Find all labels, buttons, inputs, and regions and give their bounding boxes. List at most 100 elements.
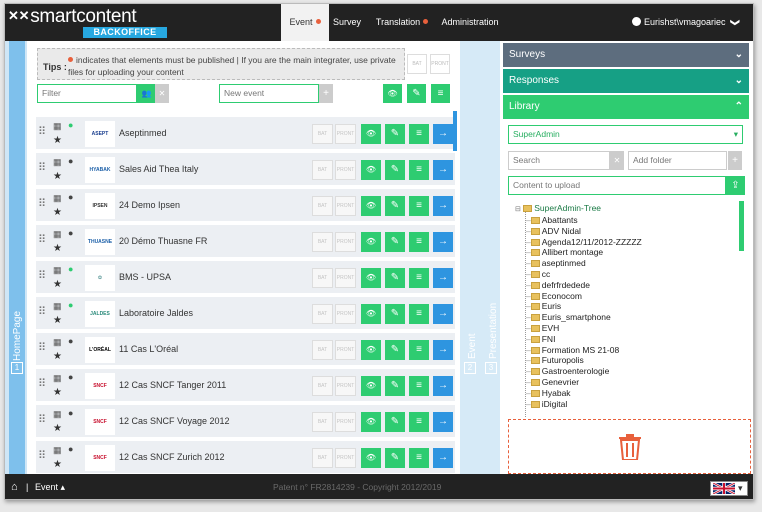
drag-handle-icon[interactable]: ⠿ [38,343,46,354]
drag-handle-icon[interactable]: ⠿ [38,451,46,462]
star-icon[interactable]: ★ [53,207,62,218]
preview-button[interactable]: 👁 [361,340,381,360]
event-strip[interactable]: Event 2 [460,41,479,474]
edit-button[interactable]: ✎ [385,232,405,252]
tab-translation[interactable]: Translation [371,4,433,41]
settings-button[interactable]: ≡ [409,412,429,432]
event-row[interactable]: ⠿ ▦ ● ★ SNCF 12 Cas SNCF Zurich 2012 BAT PRONT 👁… [36,441,455,474]
preview-button[interactable]: 👁 [361,448,381,468]
event-row[interactable]: ⠿ ▦ ● ★ SNCF 12 Cas SNCF Voyage 2012 BAT PRONT 👁… [36,405,455,439]
open-button[interactable]: → [433,376,453,396]
pront-button[interactable]: PRONT [335,268,356,288]
drag-handle-icon[interactable]: ⠿ [38,127,46,138]
preview-button[interactable]: 👁 [361,196,381,216]
star-icon[interactable]: ★ [53,351,62,362]
event-name[interactable]: BMS - UPSA [119,272,171,282]
event-name[interactable]: 12 Cas SNCF Zurich 2012 [119,452,225,462]
responses-panel-header[interactable]: Responses ⌄ [503,69,749,93]
calendar-icon[interactable]: ▦ [53,301,62,312]
event-row[interactable]: ⠿ ▦ ● ★ ✿ BMS - UPSA BAT PRONT 👁 ✎ ≡ → [36,261,455,295]
new-event-input[interactable]: New event [219,84,319,103]
star-icon[interactable]: ★ [53,387,62,398]
edit-button[interactable]: ✎ [385,268,405,288]
star-icon[interactable]: ★ [53,279,62,290]
drag-handle-icon[interactable]: ⠿ [38,235,46,246]
clear-search-button[interactable]: ✕ [610,151,624,170]
library-search-input[interactable]: Search [508,151,610,170]
drag-handle-icon[interactable]: ⠿ [38,379,46,390]
upload-file-input[interactable]: Content to upload [508,176,726,195]
calendar-icon[interactable]: ▦ [53,265,62,276]
open-button[interactable]: → [433,232,453,252]
view-all-button[interactable]: 👁 [383,84,402,103]
tree-folder[interactable]: – aseptinmed [526,258,586,269]
preview-button[interactable]: 👁 [361,268,381,288]
bat-button[interactable]: BAT [312,124,333,144]
bat-button[interactable]: BAT [312,340,333,360]
event-name[interactable]: 11 Cas L'Oréal [119,344,178,354]
pront-button[interactable]: PRONT [335,232,356,252]
event-name[interactable]: 12 Cas SNCF Voyage 2012 [119,416,230,426]
edit-button[interactable]: ✎ [385,304,405,324]
edit-button[interactable]: ✎ [385,412,405,432]
event-row[interactable]: ⠿ ▦ ● ★ IPSEN 24 Demo Ipsen BAT PRONT 👁 ✎ ≡ → [36,189,455,223]
bat-button[interactable]: BAT [312,232,333,252]
drag-handle-icon[interactable]: ⠿ [38,271,46,282]
open-button[interactable]: → [433,340,453,360]
event-row[interactable]: ⠿ ▦ ● ★ SNCF 12 Cas SNCF Tanger 2011 BAT PRONT 👁… [36,369,455,403]
tree-folder[interactable]: – ADV Nidal [526,226,581,237]
bat-button[interactable]: BAT [312,448,333,468]
tree-folder[interactable]: – Hyabak [526,388,571,399]
upload-button[interactable]: ⇪ [726,176,745,195]
calendar-icon[interactable]: ▦ [53,337,62,348]
open-button[interactable]: → [433,196,453,216]
star-icon[interactable]: ★ [53,423,62,434]
calendar-icon[interactable]: ▦ [53,193,62,204]
bat-button[interactable]: BAT [312,196,333,216]
tab-survey[interactable]: Survey [329,4,365,41]
tree-folder[interactable]: – iDigital [526,399,567,410]
settings-button[interactable]: ≡ [409,268,429,288]
preview-button[interactable]: 👁 [361,232,381,252]
tree-folder[interactable]: – FNI [526,334,555,345]
calendar-icon[interactable]: ▦ [53,121,62,132]
tab-administration[interactable]: Administration [439,4,501,41]
tree-folder[interactable]: – Formation MS 21-08 [526,345,619,356]
tree-root[interactable]: ⊟ SuperAdmin-Tree [515,203,601,214]
star-icon[interactable]: ★ [53,243,62,254]
surveys-panel-header[interactable]: Surveys ⌄ [503,43,749,67]
library-panel-header[interactable]: Library ⌃ [503,95,749,119]
calendar-icon[interactable]: ▦ [53,157,62,168]
edit-button[interactable]: ✎ [385,160,405,180]
home-icon[interactable]: ⌂ [11,474,18,499]
drag-handle-icon[interactable]: ⠿ [38,307,46,318]
event-list-scrollbar[interactable] [453,111,457,151]
pront-button[interactable]: PRONT [335,196,356,216]
settings-button[interactable]: ≡ [409,376,429,396]
event-row[interactable]: ⠿ ▦ ● ★ HYABAK Sales Aid Thea Italy BAT PRONT 👁 ✎… [36,153,455,187]
star-icon[interactable]: ★ [53,171,62,182]
settings-button[interactable]: ≡ [409,196,429,216]
users-filter-button[interactable]: 👥 [137,84,156,103]
pront-button[interactable]: PRONT [335,376,356,396]
tree-folder[interactable]: – Futuropolis [526,355,584,366]
star-icon[interactable]: ★ [53,135,62,146]
edit-all-button[interactable]: ✎ [407,84,426,103]
pront-button[interactable]: PRONT [335,124,356,144]
tree-folder[interactable]: – Euris [526,301,561,312]
event-name[interactable]: Laboratoire Jaldes [119,308,193,318]
edit-button[interactable]: ✎ [385,196,405,216]
event-row[interactable]: ⠿ ▦ ● ★ THUASNE 20 Démo Thuasne FR BAT PRONT 👁 ✎ ≡… [36,225,455,259]
tree-folder[interactable]: – Agenda12/11/2012-ZZZZZ [526,237,642,248]
tree-folder[interactable]: – cc [526,269,550,280]
bat-button[interactable]: BAT [312,412,333,432]
settings-button[interactable]: ≡ [409,340,429,360]
add-folder-input[interactable]: Add folder [628,151,727,170]
event-row[interactable]: ⠿ ▦ ● ★ ASEPT Aseptinmed BAT PRONT 👁 ✎ ≡ → [36,117,455,151]
logo[interactable]: ✕✕smartcontent BACKOFFICE [8,6,168,39]
add-folder-button[interactable]: + [728,151,742,170]
tree-folder[interactable]: – defrfrdedede [526,280,590,291]
event-name[interactable]: Aseptinmed [119,128,167,138]
pront-button[interactable]: PRONT [335,340,356,360]
bat-button[interactable]: BAT [312,160,333,180]
